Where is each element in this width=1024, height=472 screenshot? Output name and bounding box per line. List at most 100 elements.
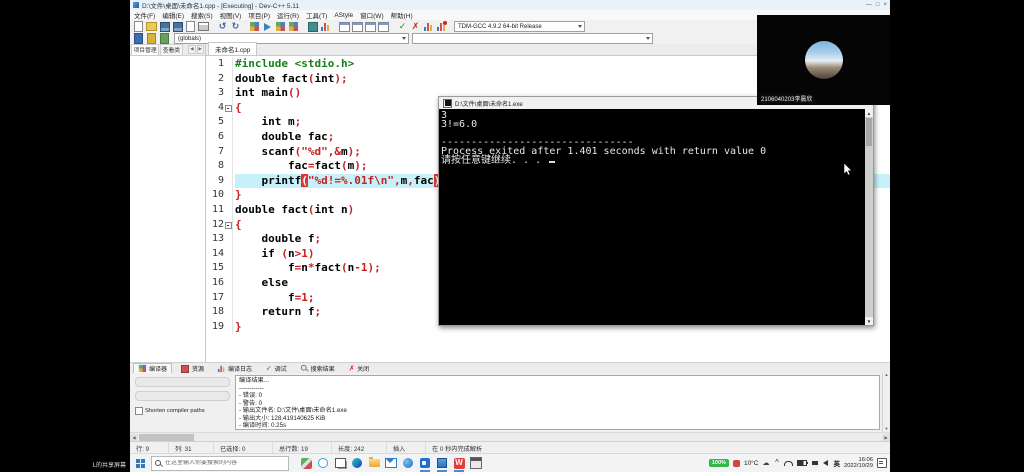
redo-button[interactable]: ↻ (230, 21, 241, 32)
profile-button-glyph (321, 22, 330, 31)
window-list-button[interactable] (378, 21, 389, 32)
editor-tab[interactable]: 未命名1.cpp (208, 42, 257, 55)
menu-item[interactable]: 项目(P) (248, 10, 270, 20)
goto-back-button[interactable] (133, 33, 144, 44)
scroll-left-icon[interactable]: ◀ (130, 434, 138, 441)
hidden-icons-expand[interactable]: ^ (773, 459, 780, 467)
wps-icon[interactable]: W (452, 455, 466, 472)
taskbar-search[interactable] (151, 456, 289, 471)
sticky-notes-icon[interactable] (469, 455, 483, 472)
editor-tab-label: 未命名1.cpp (215, 47, 250, 54)
profile-button[interactable] (320, 21, 331, 32)
taskbar-clock[interactable]: 16:06 2022/10/29 (844, 457, 873, 470)
menu-item[interactable]: 编辑(E) (162, 10, 184, 20)
cortana-icon[interactable] (316, 455, 330, 472)
run-button[interactable] (262, 21, 273, 32)
menu-item[interactable]: AStyle (334, 12, 353, 19)
console-scroll-thumb[interactable] (866, 118, 872, 146)
undo-button[interactable]: ↺ (217, 21, 228, 32)
tab-compile-log-glyph (218, 365, 225, 372)
recording-indicator-icon[interactable] (733, 460, 740, 467)
debug-button[interactable] (307, 21, 318, 32)
menu-item[interactable]: 窗口(W) (360, 10, 383, 20)
maximize-button[interactable]: □ (876, 2, 880, 8)
compile-run-button[interactable] (275, 21, 286, 32)
task-view-icon[interactable] (333, 455, 347, 472)
profile-analysis-button[interactable] (423, 21, 434, 32)
console-body[interactable]: 33!=6.0--------------------------------P… (439, 109, 865, 325)
minimize-button[interactable]: — (866, 2, 872, 8)
left-tab[interactable]: 查看类 (160, 44, 182, 56)
left-tabs-scroll-left[interactable]: ◀ (188, 45, 195, 53)
compile-log-line: - 输出大小: 128.419140625 KiB (239, 415, 869, 423)
goto-declaration-button[interactable] (159, 33, 170, 44)
fullscreen-button[interactable] (352, 21, 363, 32)
scroll-right-icon[interactable]: ▶ (882, 434, 890, 441)
fold-marker[interactable] (224, 101, 233, 116)
search-input[interactable] (165, 460, 285, 466)
abort-compile-button[interactable]: ✗ (410, 21, 421, 32)
file-explorer-icon[interactable] (367, 455, 381, 472)
left-panel-tabs: 项目管理查看类 (131, 44, 183, 56)
project-panel-body[interactable] (130, 56, 205, 362)
goto-forward-button[interactable] (146, 33, 157, 44)
ime-indicator[interactable]: 英 (833, 458, 840, 468)
new-file-button[interactable] (133, 21, 144, 32)
log-scroll-up-icon[interactable]: ▲ (885, 373, 889, 378)
window-layout-button[interactable] (339, 21, 350, 32)
syntax-check-button[interactable]: ✓ (397, 21, 408, 32)
close-file-button[interactable] (185, 21, 196, 32)
save-button-glyph (160, 22, 170, 32)
next-window-button-glyph (365, 22, 376, 32)
news-widget-icon[interactable] (299, 455, 313, 472)
left-panel-tab-strip: 项目管理查看类 ◀▶ (130, 44, 205, 56)
menu-item[interactable]: 搜索(S) (191, 10, 213, 20)
redo-button-glyph: ↻ (232, 22, 240, 31)
usb-icon[interactable] (811, 461, 818, 465)
menu-item[interactable]: 视图(V) (220, 10, 242, 20)
console-scroll-up[interactable]: ▲ (865, 109, 873, 117)
checkbox-box[interactable] (135, 407, 143, 415)
left-tab[interactable]: 项目管理 (131, 44, 159, 56)
open-file-button[interactable] (146, 21, 157, 32)
debug-button-glyph (308, 22, 318, 32)
weather-temperature[interactable]: 10°C (744, 460, 759, 467)
meeting-app-icon[interactable] (418, 455, 432, 472)
shorten-paths-label: Shorten compiler paths (145, 408, 205, 414)
battery-status-badge[interactable]: 100% (709, 459, 729, 467)
participant-video-tile[interactable]: 2106040203李晨欣 (757, 15, 890, 105)
edge-icon[interactable] (350, 455, 364, 472)
next-window-button[interactable] (365, 21, 376, 32)
left-tabs-scroll-right[interactable]: ▶ (197, 45, 204, 53)
tab-resources-glyph (181, 365, 189, 373)
line-number: 14 (206, 247, 224, 262)
menu-item[interactable]: 工具(T) (306, 10, 327, 20)
delete-profiling-button[interactable] (436, 21, 447, 32)
scrollbar-thumb[interactable] (139, 434, 194, 441)
close-button[interactable]: × (883, 2, 887, 8)
console-scroll-down[interactable]: ▼ (865, 317, 873, 325)
news-widget-icon-glyph (301, 458, 312, 469)
compile-button[interactable] (249, 21, 260, 32)
battery-icon[interactable] (797, 460, 807, 466)
volume-icon[interactable] (822, 460, 829, 466)
compile-log-scrollbar[interactable]: ▲ ▼ (882, 373, 890, 432)
console-scrollbar[interactable]: ▲▼ (865, 109, 873, 325)
save-button[interactable] (159, 21, 170, 32)
menu-item[interactable]: 帮助(H) (391, 10, 413, 20)
menu-item[interactable]: 运行(R) (277, 10, 299, 20)
start-button[interactable] (133, 456, 147, 471)
action-center-icon[interactable] (877, 458, 887, 468)
print-button[interactable] (198, 21, 209, 32)
save-all-button[interactable] (172, 21, 183, 32)
rebuild-all-button[interactable] (288, 21, 299, 32)
shorten-paths-checkbox[interactable]: Shorten compiler paths (135, 407, 230, 415)
fold-marker[interactable] (224, 218, 233, 233)
browser-icon[interactable] (401, 455, 415, 472)
photos-app-icon[interactable] (435, 455, 449, 472)
headset-icon[interactable] (784, 461, 793, 466)
menu-item[interactable]: 文件(F) (134, 10, 155, 20)
members-combo[interactable] (412, 33, 653, 44)
mail-icon[interactable] (384, 455, 398, 472)
compiler-combo[interactable]: TDM-GCC 4.9.2 64-bit Release (454, 21, 585, 32)
